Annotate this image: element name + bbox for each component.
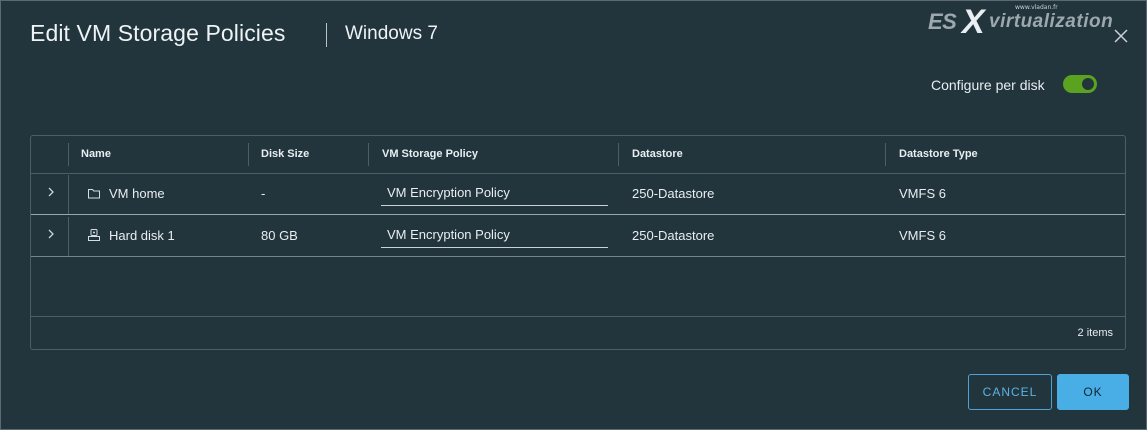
vm-storage-policy-select[interactable]: VM Encryption Policy bbox=[381, 223, 608, 248]
grid-footer: 2 items bbox=[31, 316, 1125, 349]
column-header-datastore[interactable]: Datastore bbox=[632, 136, 683, 173]
policy-value: VM Encryption Policy bbox=[387, 185, 510, 200]
expand-row-button[interactable] bbox=[45, 185, 57, 199]
watermark-brand-es: ES bbox=[928, 9, 957, 34]
row-datastore: 250-Datastore bbox=[632, 228, 715, 243]
vm-storage-policy-select[interactable]: VM Encryption Policy bbox=[381, 181, 608, 206]
watermark-brand-x: X bbox=[962, 3, 985, 41]
configure-per-disk-toggle[interactable] bbox=[1063, 75, 1097, 93]
row-disk-size: - bbox=[261, 186, 266, 201]
configure-per-disk-label: Configure per disk bbox=[931, 77, 1045, 93]
table-row[interactable]: Hard disk 1 80 GB VM Encryption Policy 2… bbox=[31, 217, 1125, 257]
hard-disk-icon bbox=[87, 228, 101, 242]
column-header-name[interactable]: Name bbox=[81, 136, 111, 173]
row-datastore: 250-Datastore bbox=[632, 186, 715, 201]
chevron-right-icon bbox=[48, 229, 54, 239]
column-header-datastore-type[interactable]: Datastore Type bbox=[899, 136, 978, 173]
column-header-vm-storage-policy[interactable]: VM Storage Policy bbox=[382, 136, 478, 173]
table-row[interactable]: VM home - VM Encryption Policy 250-Datas… bbox=[31, 175, 1125, 215]
row-datastore-type: VMFS 6 bbox=[899, 228, 946, 243]
watermark-url: www.vladan.fr bbox=[1015, 4, 1058, 11]
column-divider bbox=[885, 143, 886, 166]
ok-button[interactable]: OK bbox=[1057, 374, 1129, 410]
row-name: VM home bbox=[109, 186, 165, 201]
column-divider bbox=[618, 143, 619, 166]
watermark-brand-rest: virtualization bbox=[989, 11, 1114, 32]
row-divider bbox=[68, 217, 69, 256]
row-divider bbox=[68, 175, 69, 214]
dialog-subtitle: Windows 7 bbox=[345, 23, 438, 44]
grid-header: Name Disk Size VM Storage Policy Datasto… bbox=[31, 136, 1125, 174]
column-divider bbox=[248, 143, 249, 166]
row-name: Hard disk 1 bbox=[109, 228, 175, 243]
row-datastore-type: VMFS 6 bbox=[899, 186, 946, 201]
policy-value: VM Encryption Policy bbox=[387, 227, 510, 242]
storage-policy-grid: Name Disk Size VM Storage Policy Datasto… bbox=[30, 135, 1126, 350]
toggle-knob bbox=[1082, 78, 1094, 90]
close-icon bbox=[1114, 29, 1128, 43]
title-separator bbox=[326, 23, 327, 47]
column-divider bbox=[368, 143, 369, 166]
expand-row-button[interactable] bbox=[45, 227, 57, 241]
cancel-button[interactable]: CANCEL bbox=[968, 374, 1052, 410]
folder-icon bbox=[87, 186, 101, 200]
column-header-disk-size[interactable]: Disk Size bbox=[261, 136, 309, 173]
dialog-title: Edit VM Storage Policies bbox=[30, 20, 286, 46]
items-count: 2 items bbox=[1077, 327, 1113, 339]
edit-vm-storage-policies-dialog: Edit VM Storage Policies Windows 7 www.v… bbox=[0, 0, 1147, 430]
row-disk-size: 80 GB bbox=[261, 228, 298, 243]
close-button[interactable] bbox=[1113, 28, 1129, 44]
column-divider bbox=[68, 143, 69, 166]
chevron-right-icon bbox=[48, 187, 54, 197]
